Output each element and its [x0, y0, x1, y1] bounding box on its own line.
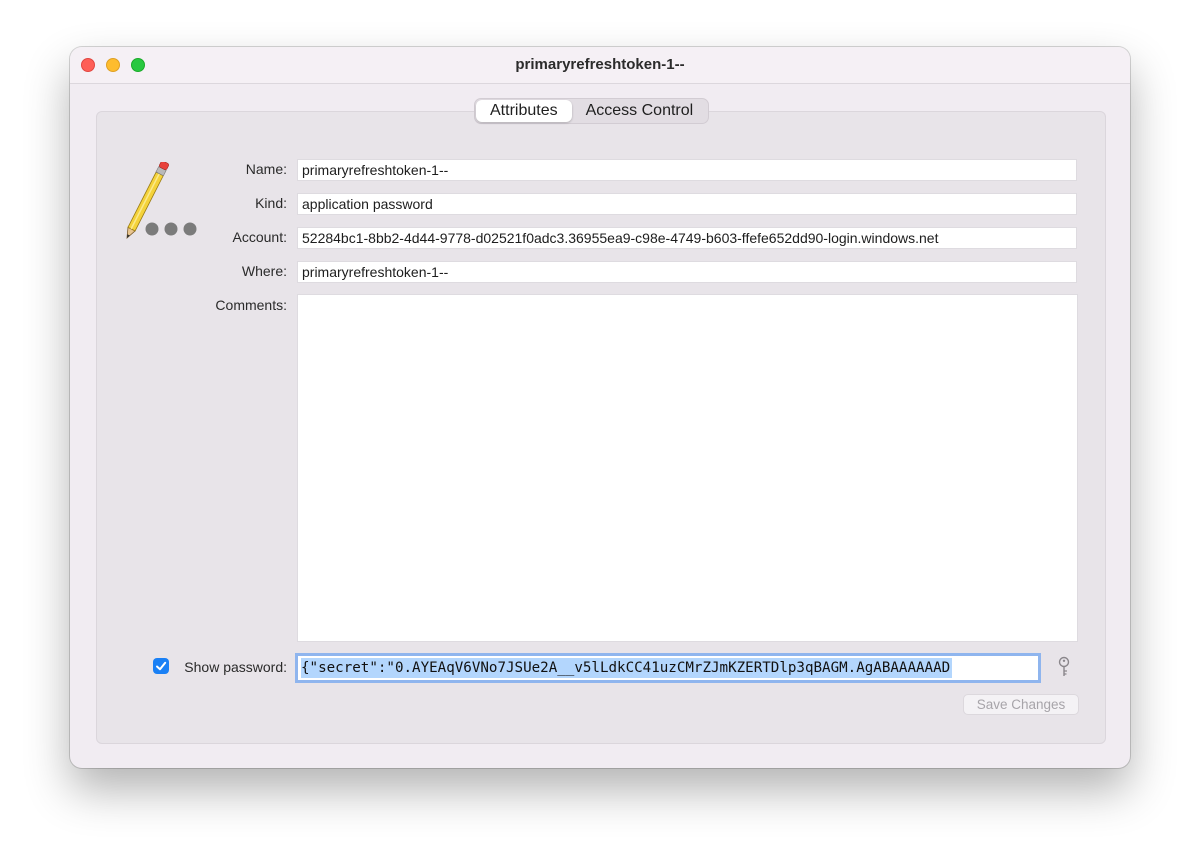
key-icon[interactable]	[1057, 656, 1071, 678]
save-changes-button[interactable]: Save Changes	[963, 694, 1079, 715]
show-password-label: Show password:	[184, 659, 287, 675]
name-label: Name:	[245, 161, 287, 177]
account-field[interactable]: 52284bc1-8bb2-4d44-9778-d02521f0adc3.369…	[297, 227, 1077, 249]
password-field[interactable]: {"secret":"0.AYEAqV6VNo7JSUe2A__v5lLdkCC…	[295, 653, 1041, 683]
keychain-item-window: primaryrefreshtoken-1-- Attributes Acces…	[70, 47, 1130, 768]
comments-textarea[interactable]	[297, 294, 1078, 642]
kind-label: Kind:	[255, 195, 287, 211]
title-bar[interactable]: primaryrefreshtoken-1--	[70, 47, 1130, 84]
kind-field[interactable]: application password	[297, 193, 1077, 215]
tab-bar: Attributes Access Control	[474, 98, 710, 124]
window-title: primaryrefreshtoken-1--	[515, 56, 685, 73]
tab-attributes[interactable]: Attributes	[476, 100, 572, 122]
account-label: Account:	[232, 229, 287, 245]
name-field[interactable]: primaryrefreshtoken-1--	[297, 159, 1077, 181]
where-label: Where:	[241, 263, 287, 279]
password-value: {"secret":"0.AYEAqV6VNo7JSUe2A__v5lLdkCC…	[301, 658, 953, 678]
where-field[interactable]: primaryrefreshtoken-1--	[297, 261, 1077, 283]
comments-label: Comments:	[215, 297, 287, 313]
tab-access-control[interactable]: Access Control	[572, 100, 708, 122]
